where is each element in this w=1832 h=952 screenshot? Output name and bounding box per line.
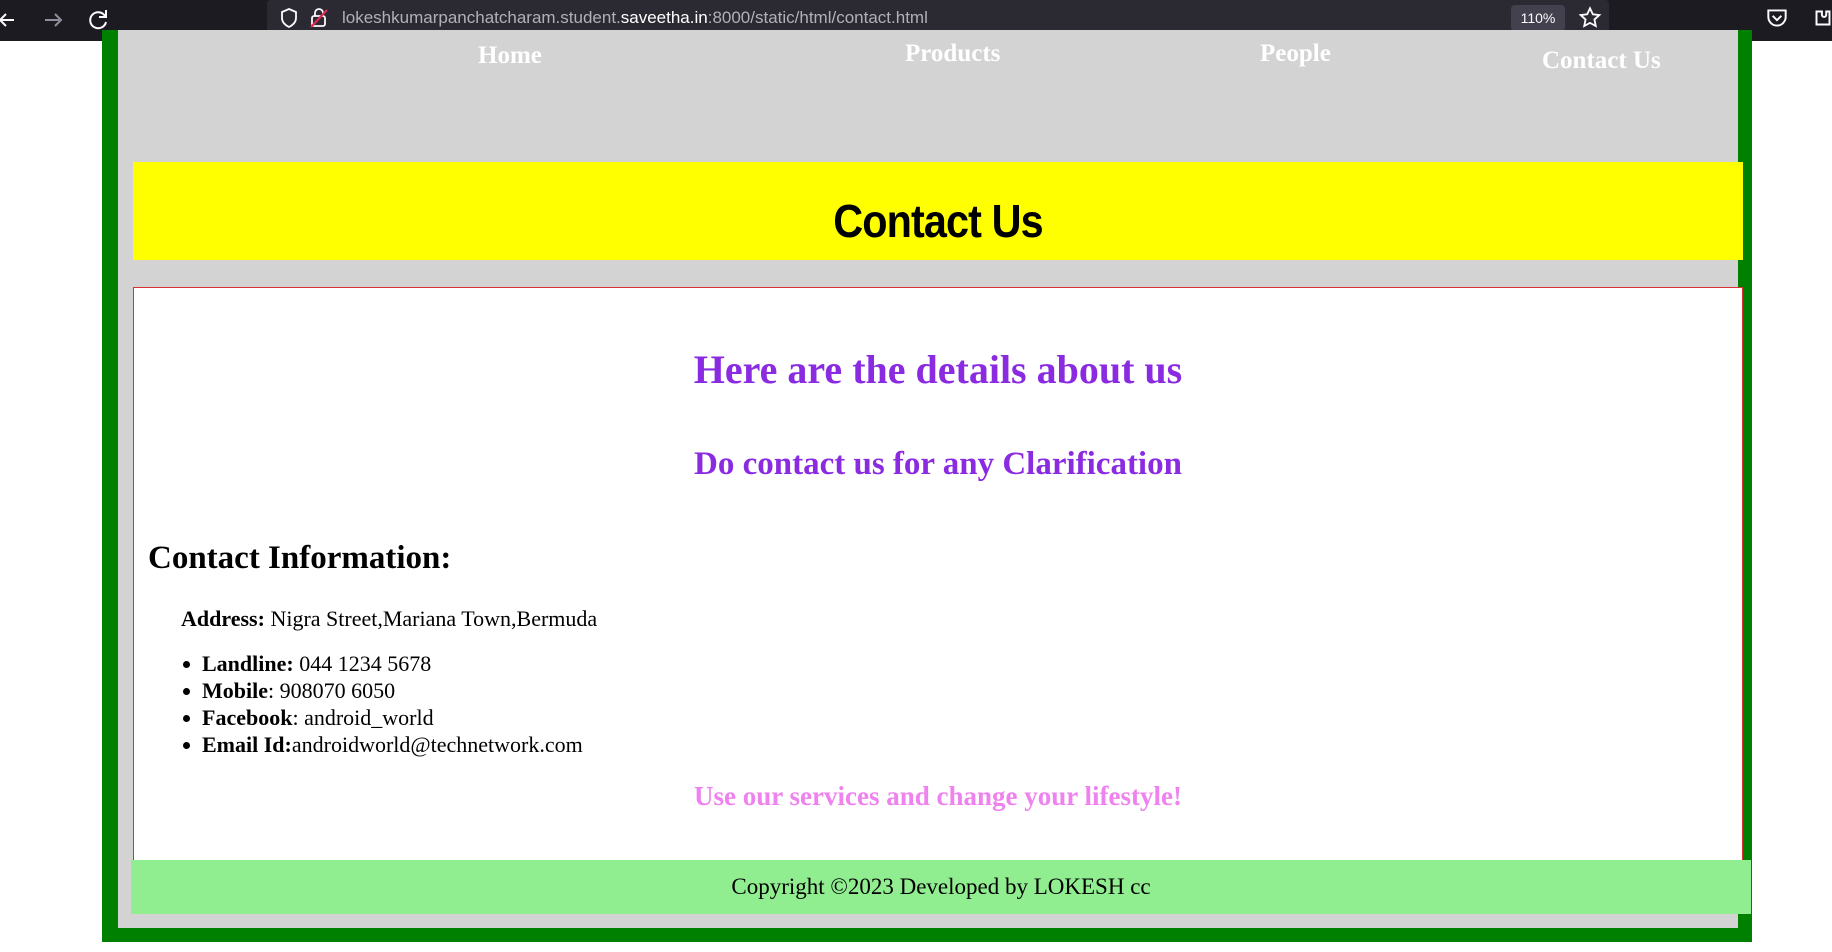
back-button[interactable]: [0, 4, 24, 36]
contact-label: Email Id:: [202, 732, 292, 757]
contact-label: Mobile: [202, 678, 268, 703]
extensions-icon[interactable]: [1810, 5, 1832, 31]
page-title: Contact Us: [833, 195, 1043, 247]
contact-value: : 908070 6050: [268, 678, 396, 703]
details-heading: Here are the details about us: [693, 347, 1183, 392]
contact-label: Facebook: [202, 705, 293, 730]
content-section: Here are the details about us Do contact…: [133, 287, 1743, 878]
back-arrow-icon: [0, 13, 14, 27]
contact-value: 044 1234 5678: [293, 651, 432, 676]
forward-button[interactable]: [37, 4, 69, 36]
list-item: Facebook: android_world: [181, 704, 583, 731]
list-item: Landline: 044 1234 5678: [181, 650, 583, 677]
contact-label: Landline:: [202, 651, 294, 676]
address-label: Address:: [181, 606, 265, 631]
clarification-heading: Do contact us for any Clarification: [694, 446, 1182, 482]
page-container: Home Products People Contact Us Contact …: [118, 30, 1751, 928]
list-item: Email Id:androidworld@technetwork.com: [181, 731, 583, 758]
tagline: Use our services and change your lifesty…: [694, 781, 1182, 811]
nav-contact-link[interactable]: Contact Us: [1542, 47, 1661, 75]
zoom-level-button[interactable]: 110%: [1511, 5, 1565, 31]
bookmark-star-icon[interactable]: [1577, 5, 1603, 31]
nav-products-link[interactable]: Products: [905, 40, 1000, 68]
insecure-lock-icon[interactable]: [307, 6, 331, 30]
list-item: Mobile: 908070 6050: [181, 677, 583, 704]
page-banner: Contact Us: [133, 162, 1743, 260]
contact-value: androidworld@technetwork.com: [291, 732, 583, 757]
contact-info-heading: Contact Information:: [148, 540, 452, 576]
address-value: Nigra Street,Mariana Town,Bermuda: [264, 606, 598, 631]
pocket-icon[interactable]: [1764, 5, 1790, 31]
contact-value: : android_world: [292, 705, 434, 730]
contact-list: Landline: 044 1234 5678 Mobile: 908070 6…: [181, 650, 583, 758]
nav-people-link[interactable]: People: [1260, 40, 1331, 68]
shield-icon[interactable]: [277, 6, 301, 30]
nav-home-link[interactable]: Home: [478, 42, 542, 70]
page-footer: Copyright ©2023 Developed by LOKESH cc: [131, 860, 1751, 914]
address-line: Address: Nigra Street,Mariana Town,Bermu…: [181, 606, 597, 632]
page-border: Home Products People Contact Us Contact …: [102, 30, 1752, 942]
forward-arrow-icon: [45, 13, 63, 27]
